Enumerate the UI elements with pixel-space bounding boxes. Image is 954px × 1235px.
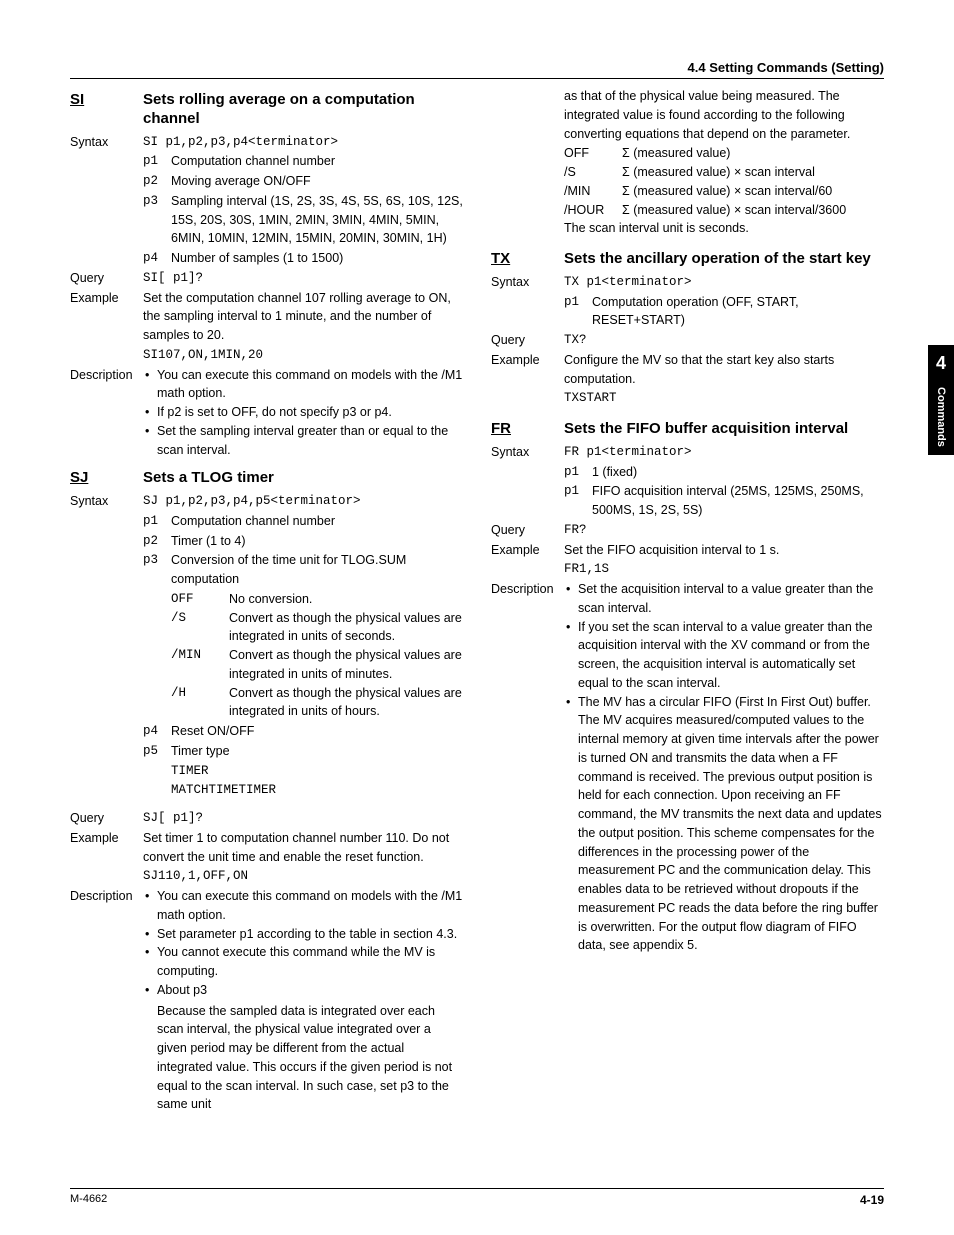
si-title: Sets rolling average on a computation ch… [143,91,463,129]
tx-p1: Computation operation (OFF, START, RESET… [592,293,884,331]
fr-title: Sets the FIFO buffer acquisition interva… [564,420,848,439]
si-example: Set the computation channel 107 rolling … [143,289,463,345]
fr-p1a: 1 (fixed) [592,463,884,482]
si-desc: You can execute this command on models w… [143,366,463,460]
sj-p2: Timer (1 to 4) [171,532,463,551]
sj-p1: Computation channel number [171,512,463,531]
si-query: SI[ p1]? [143,269,463,288]
page-footer: M-4662 4-19 [70,1188,884,1207]
si-example-code: SI107,ON,1MIN,20 [143,346,463,365]
syntax-label: Syntax [70,133,143,152]
sj-query: SJ[ p1]? [143,809,463,828]
sj-syntax: SJ p1,p2,p3,p4,p5<terminator> [143,492,463,511]
fr-code: FR [491,420,546,437]
sj-p5: Timer type [171,742,463,761]
sj-p3: Conversion of the time unit for TLOG.SUM… [171,551,463,589]
fr-p1b: FIFO acquisition interval (25MS, 125MS, … [592,482,884,520]
fr-syntax: FR p1<terminator> [564,443,884,462]
si-p4: Number of samples (1 to 1500) [171,249,463,268]
sj-title: Sets a TLOG timer [143,469,274,488]
right-column: as that of the physical value being meas… [491,87,884,1115]
columns: SI Sets rolling average on a computation… [70,87,884,1115]
footer-left: M-4662 [70,1193,107,1207]
tx-heading: TX Sets the ancillary operation of the s… [491,250,884,269]
tx-query: TX? [564,331,884,350]
tx-example-code: TXSTART [564,389,884,408]
sj-cont: as that of the physical value being meas… [564,87,884,143]
fr-desc: Set the acquisition interval to a value … [564,580,884,955]
footer-right: 4-19 [860,1193,884,1207]
chapter-tab: 4 Commands [928,345,954,455]
si-heading: SI Sets rolling average on a computation… [70,91,463,129]
chapter-label: Commands [935,387,947,447]
page: 4.4 Setting Commands (Setting) SI Sets r… [0,0,954,1235]
tx-code: TX [491,250,546,267]
sj-example-code: SJ110,1,OFF,ON [143,867,463,886]
section-header: 4.4 Setting Commands (Setting) [70,60,884,79]
si-p3: Sampling interval (1S, 2S, 3S, 4S, 5S, 6… [171,192,463,248]
si-code: SI [70,91,125,108]
tx-syntax: TX p1<terminator> [564,273,884,292]
fr-heading: FR Sets the FIFO buffer acquisition inte… [491,420,884,439]
sj-heading: SJ Sets a TLOG timer [70,469,463,488]
chapter-number: 4 [936,353,946,374]
si-syntax: SI p1,p2,p3,p4<terminator> [143,133,463,152]
sj-desc: You can execute this command on models w… [143,887,463,1114]
si-p2: Moving average ON/OFF [171,172,463,191]
fr-example-code: FR1,1S [564,560,884,579]
fr-example: Set the FIFO acquisition interval to 1 s… [564,541,884,560]
si-p1: Computation channel number [171,152,463,171]
sj-example: Set timer 1 to computation channel numbe… [143,829,463,867]
fr-query: FR? [564,521,884,540]
tx-title: Sets the ancillary operation of the star… [564,250,871,269]
sj-p4: Reset ON/OFF [171,722,463,741]
sj-code: SJ [70,469,125,486]
tx-example: Configure the MV so that the start key a… [564,351,884,389]
left-column: SI Sets rolling average on a computation… [70,87,463,1115]
